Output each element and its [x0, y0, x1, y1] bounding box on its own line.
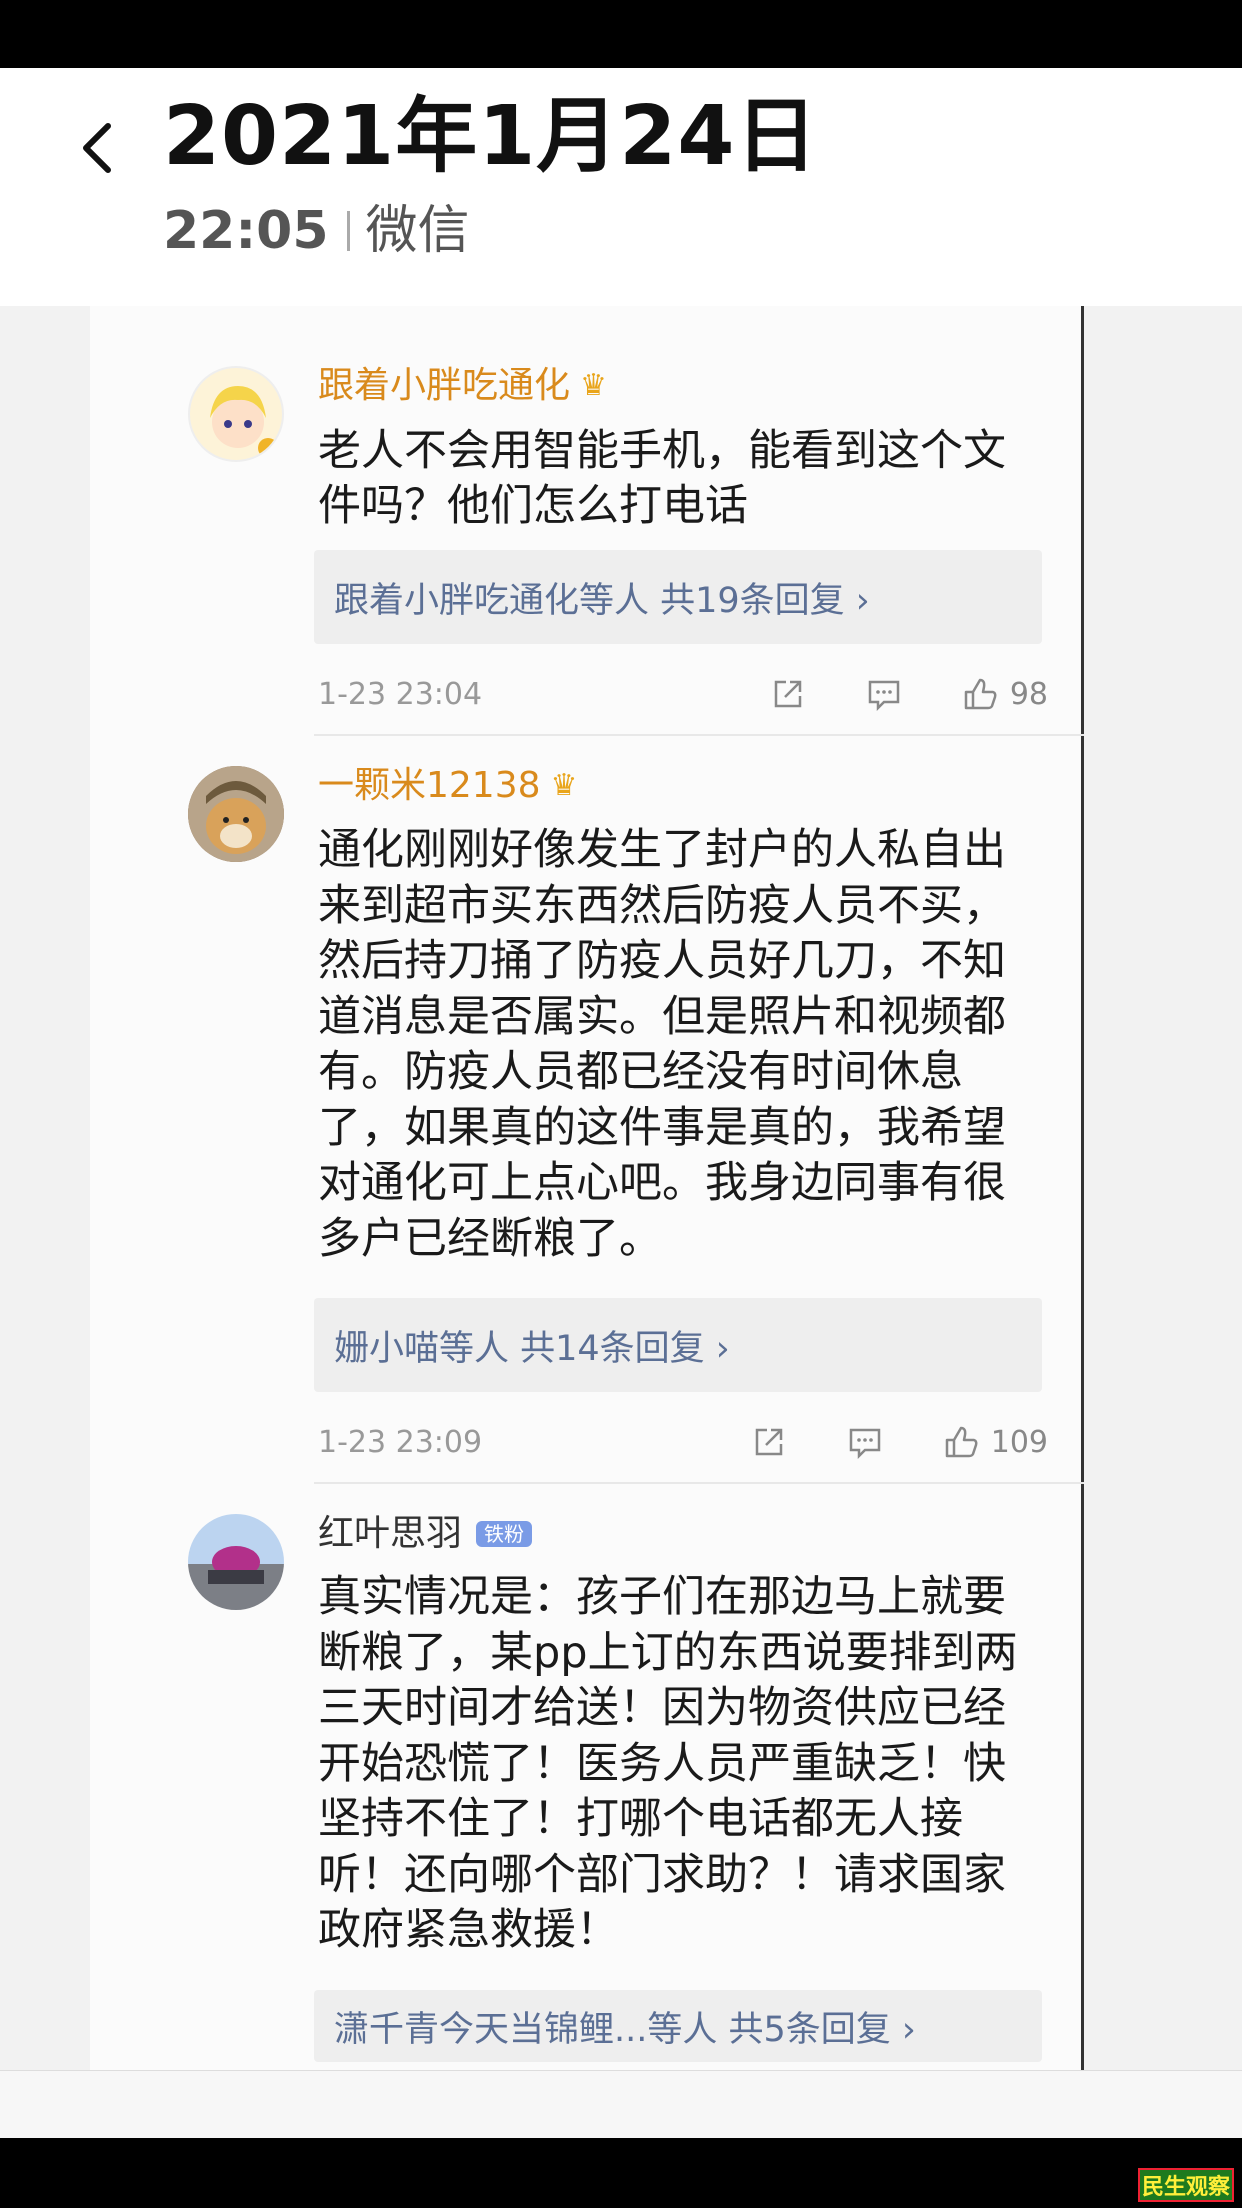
avatar[interactable] [188, 366, 284, 462]
replies-label: 潇千青今天当锦鲤...等人 共5条回复 › [334, 2009, 916, 2050]
avatar[interactable] [188, 1514, 284, 1610]
like-count: 109 [990, 1424, 1048, 1460]
avatar[interactable] [188, 766, 284, 862]
comment-icon[interactable] [845, 1422, 885, 1462]
share-icon[interactable] [768, 674, 808, 714]
crown-icon: ♛ [580, 368, 607, 403]
divider [314, 734, 1084, 736]
comment-username[interactable]: 跟着小胖吃通化 ♛ [318, 368, 607, 404]
page-subtitle: 22:05 微信 [163, 205, 470, 257]
thumbs-up-icon[interactable] [941, 1422, 981, 1462]
divider [314, 1482, 1084, 1484]
screenshot-photo: 跟着小胖吃通化 ♛ 老人不会用智能手机，能看到这个文件吗？他们怎么打电话 跟着小… [90, 306, 1084, 2070]
replies-label: 跟着小胖吃通化等人 共19条回复 › [334, 580, 870, 621]
status-bar [0, 0, 1242, 68]
comment-text: 真实情况是：孩子们在那边马上就要断粮了，某pp上订的东西说要排到两三天时间才给送… [318, 1572, 1018, 1955]
chevron-left-icon[interactable] [78, 118, 118, 178]
comment-date: 1-23 23:04 [318, 676, 483, 712]
bottom-toolbar [0, 2070, 1242, 2138]
comment-username[interactable]: 一颗米12138 ♛ [318, 768, 577, 804]
fan-badge: 铁粉 [476, 1521, 533, 1547]
username-text: 红叶思羽 [318, 1513, 463, 1554]
divider [346, 211, 350, 251]
thumbs-up-icon[interactable] [960, 674, 1000, 714]
replies-link[interactable]: 潇千青今天当锦鲤...等人 共5条回复 › [314, 1990, 1042, 2062]
username-text: 跟着小胖吃通化 [318, 365, 571, 406]
replies-link[interactable]: 跟着小胖吃通化等人 共19条回复 › [314, 550, 1042, 644]
comment-icon[interactable] [864, 674, 904, 714]
replies-link[interactable]: 姗小喵等人 共14条回复 › [314, 1298, 1042, 1392]
comment-date: 1-23 23:09 [318, 1424, 483, 1460]
comment-meta: 1-23 23:09 109 [318, 1420, 1048, 1464]
navigation-bar [0, 2138, 1242, 2208]
username-text: 一颗米12138 [318, 765, 541, 806]
photo-viewer: 跟着小胖吃通化 ♛ 老人不会用智能手机，能看到这个文件吗？他们怎么打电话 跟着小… [0, 306, 1242, 2070]
page-title: 2021年1月24日 [163, 89, 819, 184]
comment-text: 通化刚刚好像发生了封户的人私自出来到超市买东西然后防疫人员不买，然后持刀捅了防疫… [318, 825, 1006, 1264]
replies-label: 姗小喵等人 共14条回复 › [334, 1328, 730, 1369]
capture-time: 22:05 [163, 201, 329, 261]
share-icon[interactable] [749, 1422, 789, 1462]
comment-meta: 1-23 23:04 98 [318, 672, 1048, 716]
like-count: 98 [1009, 676, 1048, 712]
comment-text: 老人不会用智能手机，能看到这个文件吗？他们怎么打电话 [318, 426, 1006, 531]
crown-icon: ♛ [550, 768, 578, 803]
capture-source: 微信 [365, 201, 470, 261]
comment-username[interactable]: 红叶思羽 铁粉 [318, 1513, 533, 1554]
watermark-logo: 民生观察 [1138, 2168, 1234, 2202]
